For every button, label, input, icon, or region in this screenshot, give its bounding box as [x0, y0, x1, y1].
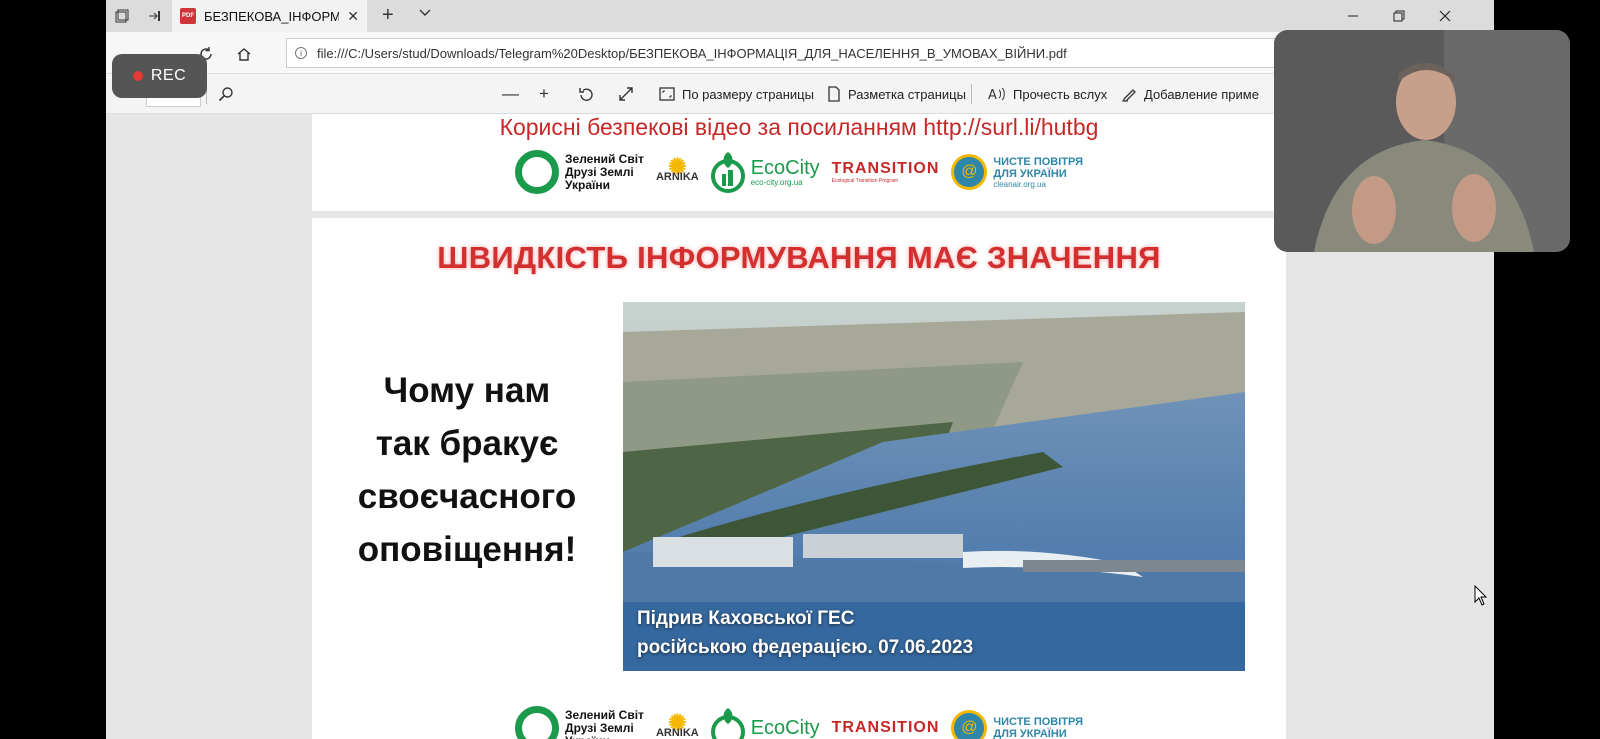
ecocity-logo: EcoCity eco-city.org.ua: [710, 150, 820, 194]
slide-heading: ШВИДКІСТЬ ІНФОРМУВАННЯ МАЄ ЗНАЧЕННЯ: [437, 240, 1161, 275]
new-tab-icon[interactable]: +: [382, 4, 394, 27]
clean-air-logo: @ ЧИСТЕ ПОВІТРЯ ДЛЯ УКРАЇНИ: [951, 710, 1083, 739]
read-aloud-icon: A: [988, 87, 1005, 102]
zoom-in-icon[interactable]: +: [539, 74, 549, 114]
photo-caption: Підрив Каховської ГЕС російською федерац…: [637, 608, 974, 658]
page-layout-label: Разметка страницы: [848, 86, 966, 102]
recording-label: REC: [150, 67, 187, 84]
recording-indicator[interactable]: REC: [112, 54, 207, 98]
fullscreen-icon[interactable]: [618, 74, 634, 114]
ecocity-logo: EcoCity: [710, 706, 820, 739]
zeleny-svit-logo: Зелений Світ Друзі Землі України: [515, 706, 644, 739]
mouse-cursor-icon: [1474, 585, 1488, 606]
transition-logo: TRANSITION Ecological Transition Program: [831, 160, 940, 184]
transition-logo: TRANSITION: [831, 719, 940, 736]
useful-videos-link[interactable]: Корисні безпекові відео за посиланням ht…: [312, 114, 1286, 141]
kakhovka-dam-photo: Підрив Каховської ГЕС російською федерац…: [623, 302, 1245, 671]
fit-page-label: По размеру страницы: [682, 86, 814, 102]
webcam-overlay[interactable]: [1274, 30, 1570, 252]
triskelion-icon: @: [951, 154, 988, 190]
set-aside-tabs-icon[interactable]: [138, 0, 170, 32]
address-bar[interactable]: i file:///C:/Users/stud/Downloads/Telegr…: [286, 38, 1446, 68]
arnika-logo: ✺ ARNIKA: [655, 154, 699, 183]
zeleny-svit-ring-icon: [515, 150, 560, 194]
close-window-icon[interactable]: [1422, 0, 1468, 32]
add-notes-label: Добавление приме: [1144, 86, 1259, 102]
why-statement: Чому нам так бракує своєчасного оповіщен…: [357, 371, 577, 569]
svg-text:A: A: [988, 88, 997, 102]
clean-air-logo: @ ЧИСТЕ ПОВІТРЯ ДЛЯ УКРАЇНИ cleanair.org.u…: [951, 154, 1083, 190]
record-dot-icon: [132, 71, 143, 81]
triskelion-icon: @: [951, 710, 988, 739]
home-icon[interactable]: [230, 40, 258, 68]
arnika-logo: ✺ ARNIKA: [655, 710, 699, 739]
ecocity-leaf-icon: [710, 152, 745, 193]
info-icon[interactable]: i: [295, 47, 307, 59]
pdf-page: ШВИДКІСТЬ ІНФОРМУВАННЯ МАЄ ЗНАЧЕННЯ Чому…: [312, 218, 1286, 739]
read-aloud-button[interactable]: A Прочесть вслух: [988, 74, 1107, 114]
screen: PDF БЕЗПЕКОВА_ІНФОРМА ✕ + ← →: [0, 0, 1600, 739]
search-icon[interactable]: [218, 74, 234, 114]
rotate-icon[interactable]: [578, 74, 595, 114]
chevron-down-icon[interactable]: [418, 7, 432, 21]
presenter-video: [1274, 30, 1570, 252]
divider: [971, 84, 972, 104]
zeleny-svit-ring-icon: [515, 706, 560, 739]
pdf-page: Корисні безпекові відео за посиланням ht…: [312, 114, 1286, 211]
tab-actions-icon[interactable]: [106, 0, 138, 32]
ecocity-leaf-icon: [710, 708, 745, 739]
pdf-file-icon: PDF: [180, 8, 196, 24]
page-layout-icon: [828, 86, 840, 102]
fit-page-icon: [659, 87, 675, 101]
restore-icon[interactable]: [1376, 0, 1422, 32]
fit-page-button[interactable]: По размеру страницы: [659, 74, 814, 114]
page-layout-button[interactable]: Разметка страницы: [827, 74, 966, 114]
zoom-out-icon[interactable]: —: [502, 74, 519, 114]
url-text: file:///C:/Users/stud/Downloads/Telegram…: [317, 45, 1067, 61]
tab-title: БЕЗПЕКОВА_ІНФОРМА: [204, 8, 340, 24]
tab-pdf-document[interactable]: PDF БЕЗПЕКОВА_ІНФОРМА ✕: [172, 0, 367, 32]
tab-close-icon[interactable]: ✕: [347, 8, 359, 25]
read-aloud-label: Прочесть вслух: [1013, 86, 1108, 102]
partner-logos: Зелений Світ Друзі Землі України ✺ARNIKA…: [312, 150, 1286, 194]
pen-icon: [1122, 89, 1136, 102]
minimize-icon[interactable]: [1330, 0, 1376, 32]
partner-logos: Зелений Світ Друзі Землі України ✺ARNIKA…: [312, 706, 1286, 739]
add-notes-button[interactable]: Добавление приме: [1121, 74, 1259, 114]
zeleny-svit-logo: Зелений Світ Друзі Землі України: [515, 150, 644, 194]
